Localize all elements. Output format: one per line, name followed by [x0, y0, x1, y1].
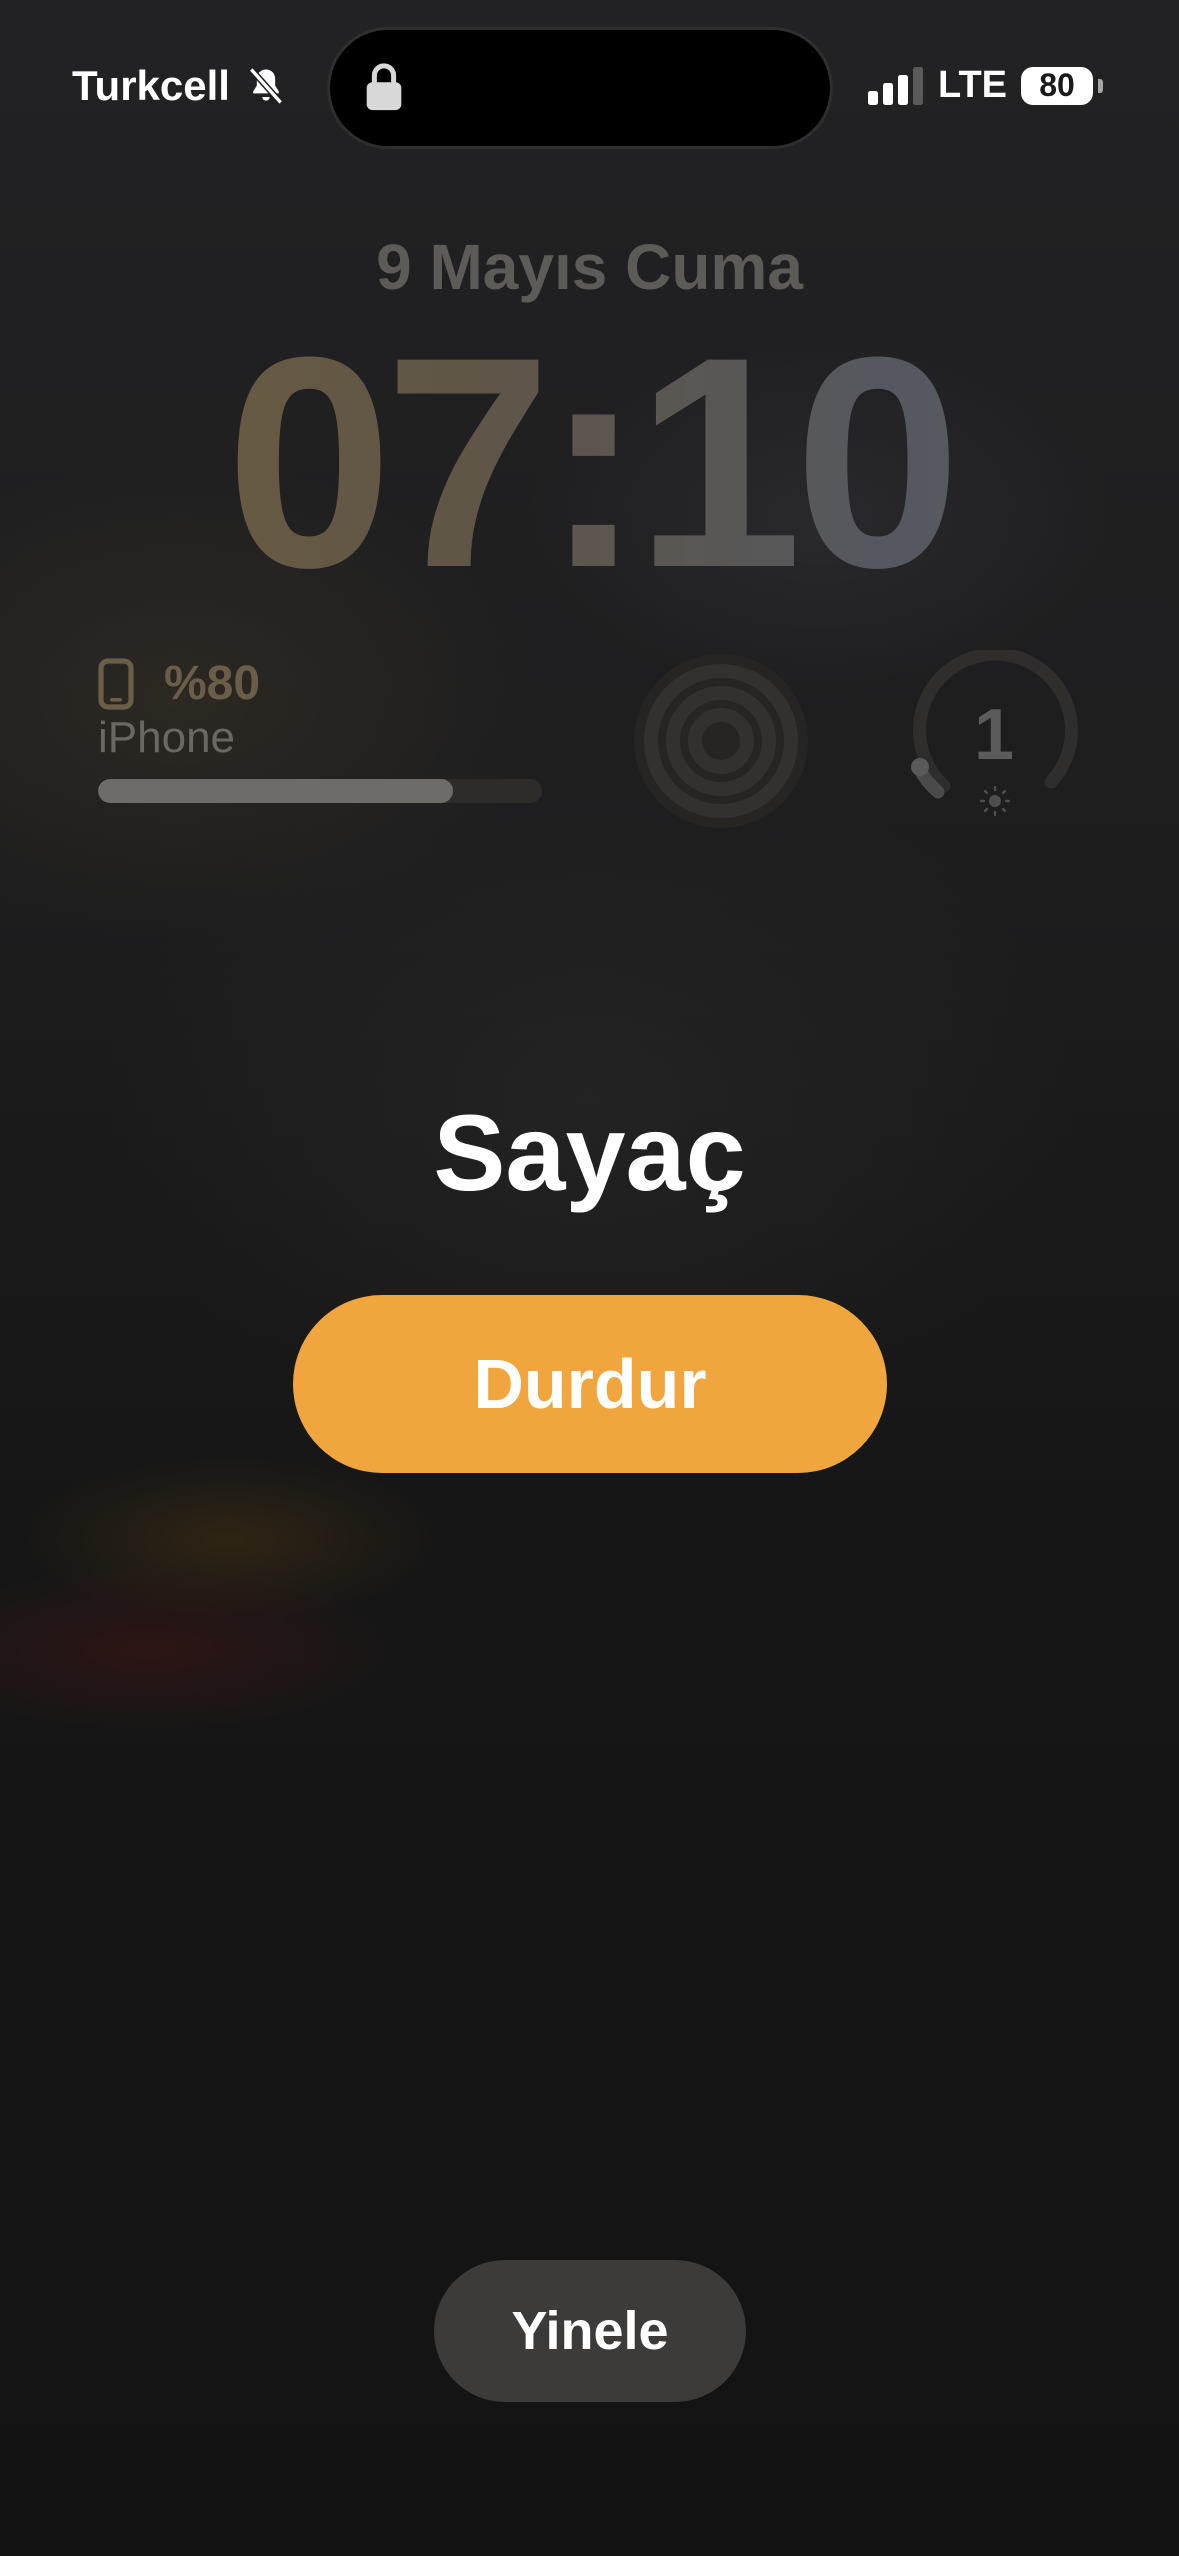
carrier-area: Turkcell	[72, 62, 288, 110]
battery-icon: 80	[1021, 66, 1103, 105]
battery-nub	[1098, 78, 1103, 93]
status-indicators: LTE 80	[868, 64, 1103, 107]
cellular-signal-icon	[868, 66, 924, 105]
network-type: LTE	[938, 64, 1007, 106]
battery-widget[interactable]: %80 iPhone	[98, 656, 542, 803]
iphone-icon	[98, 657, 134, 710]
battery-widget-bar	[98, 779, 542, 803]
carrier-name: Turkcell	[72, 62, 230, 109]
battery-widget-percent: %80	[164, 657, 261, 710]
activity-rings-icon[interactable]	[634, 654, 808, 828]
battery-level: 80	[1039, 67, 1075, 103]
repeat-button[interactable]: Yinele	[434, 2260, 746, 2402]
timer-widget[interactable]: 1	[904, 647, 1084, 830]
timer-value: 1	[973, 695, 1015, 775]
dynamic-island	[330, 30, 830, 146]
bell-slash-icon	[248, 67, 283, 105]
battery-widget-device: iPhone	[98, 713, 236, 762]
lock-screen: Turkcell LTE 80 9 Mayıs Cuma 07:10 %80 i…	[0, 0, 1179, 2556]
battery-widget-fill	[98, 779, 454, 803]
lock-icon	[366, 63, 402, 111]
sun-icon	[980, 786, 1010, 816]
lock-date: 9 Mayıs Cuma	[376, 231, 803, 303]
alert-title: Sayaç	[433, 1092, 746, 1213]
lock-time: 07:10	[0, 312, 1179, 612]
stop-button[interactable]: Durdur	[293, 1295, 887, 1473]
